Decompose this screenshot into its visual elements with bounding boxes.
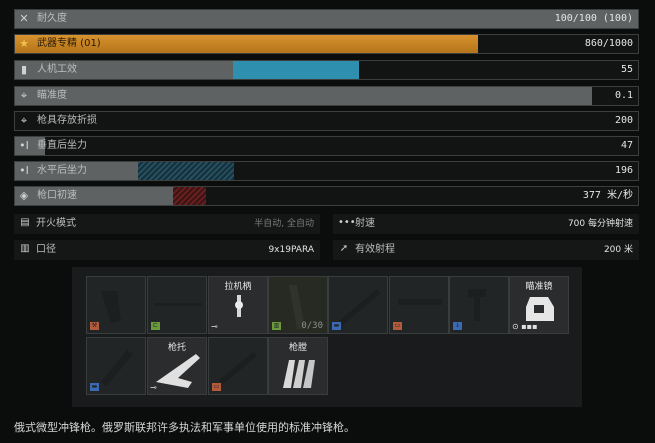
grip-slot-badge-icon: ⚒ <box>90 322 99 330</box>
detail-effective-range: ➚ 有效射程 200 米 <box>333 240 639 260</box>
slot-magazine[interactable]: ▥ 0/30 <box>268 276 328 334</box>
detail-label: 口径 <box>36 244 56 255</box>
caliber-icon: ▥ <box>20 243 30 254</box>
stat-value: 200 <box>614 115 633 126</box>
slot-barrel[interactable]: ▬ <box>328 276 388 334</box>
recoil-icon: •I <box>19 164 29 177</box>
handguard-slot-badge-icon: ▭ <box>393 322 402 330</box>
stat-bar-penalty <box>138 162 234 180</box>
stat-row-weapon-mastery: ★ 武器专精 (01) 860/1000 <box>14 34 639 54</box>
crosshair-icon: ⌖ <box>20 114 28 127</box>
muzzle-slot-badge-icon: ↓ <box>453 322 462 330</box>
detail-label: 有效射程 <box>355 244 395 255</box>
cartridges-icon <box>283 360 315 388</box>
stat-value: 377 米/秒 <box>582 190 633 201</box>
stat-value: 196 <box>614 165 633 176</box>
stat-bar-bonus <box>233 61 359 79</box>
stat-label: 枪具存放折损 <box>37 115 97 126</box>
slot-stock-adapter[interactable]: ⊏ <box>147 276 207 334</box>
stat-label: 人机工效 <box>37 64 77 75</box>
rate-icon: ••• <box>338 217 356 228</box>
tactical-slot-badge-icon: ▬ <box>90 383 99 391</box>
stat-row-storage-wear: ⌖ 枪具存放折损 200 <box>14 111 639 131</box>
stat-value: 47 <box>620 140 633 151</box>
detail-fire-mode: ▤ 开火模式 半自动, 全自动 <box>14 214 320 234</box>
stat-bar-penalty <box>173 187 206 205</box>
detail-caliber: ▥ 口径 9x19PARA <box>14 240 320 260</box>
stat-row-durability: ✕ 耐久度 100/100 (100) <box>14 9 639 29</box>
stat-row-horizontal-recoil: •I 水平后坐力 196 <box>14 161 639 181</box>
magazine-slot-badge-icon: ▥ <box>272 322 281 330</box>
attach-icon: ⊸ <box>150 383 157 392</box>
detail-value: 9x19PARA <box>268 245 314 255</box>
stat-value: 860/1000 <box>584 38 633 49</box>
stat-row-accuracy: ⌖ 瞄准度 0.1 <box>14 86 639 106</box>
star-icon: ★ <box>19 37 29 50</box>
slot-stock[interactable]: 枪托 ⊸ <box>147 337 207 395</box>
barrel-slot-badge-icon: ▬ <box>332 322 341 330</box>
detail-value: 700 每分钟射速 <box>567 219 633 229</box>
fire-mode-icon: ▤ <box>20 217 30 228</box>
velocity-icon: ◈ <box>19 189 29 202</box>
stat-label: 耐久度 <box>37 13 67 24</box>
stat-row-vertical-recoil: •I 垂直后坐力 47 <box>14 136 639 156</box>
slot-handguard[interactable]: ▭ <box>389 276 449 334</box>
stat-label: 枪口初速 <box>37 190 77 201</box>
detail-label: 开火模式 <box>36 218 76 229</box>
crosshair-icon: ⌖ <box>20 89 28 102</box>
attach-icon: ⊸ <box>211 322 218 331</box>
attach-icon: ⊙ ▪▪▪ <box>512 322 538 331</box>
stat-row-ergonomics: ▮ 人机工效 55 <box>14 60 639 80</box>
grip-icon: ▮ <box>20 63 28 76</box>
slot-charging-handle[interactable]: 拉机柄 ⊸ <box>208 276 268 334</box>
stat-label: 水平后坐力 <box>37 165 87 176</box>
stat-bar-fill <box>15 10 638 28</box>
adapter-slot-badge-icon: ⊏ <box>151 322 160 330</box>
detail-rate-of-fire: ••• 射速 700 每分钟射速 <box>333 214 639 234</box>
slot-ammo[interactable]: 枪膛 <box>268 337 328 395</box>
ammo-count: 0/30 <box>301 321 323 331</box>
rail-slot-badge-icon: ▭ <box>212 383 221 391</box>
slot-rail[interactable]: ▭ <box>208 337 268 395</box>
stat-value: 100/100 (100) <box>554 13 633 24</box>
slot-pistol-grip[interactable]: ⚒ <box>86 276 146 334</box>
stat-value: 55 <box>620 64 633 75</box>
stat-bar-fill <box>15 87 592 105</box>
wrench-screwdriver-icon: ✕ <box>19 12 29 25</box>
detail-value: 200 米 <box>603 245 633 255</box>
slot-muzzle[interactable]: ↓ <box>449 276 509 334</box>
slot-tactical[interactable]: ▬ <box>86 337 146 395</box>
stat-label: 垂直后坐力 <box>37 140 87 151</box>
recoil-icon: •I <box>19 139 29 152</box>
stat-label: 武器专精 (01) <box>37 38 101 49</box>
range-icon: ➚ <box>339 243 349 254</box>
detail-value: 半自动, 全自动 <box>254 219 314 229</box>
stat-value: 0.1 <box>614 90 633 101</box>
slot-mount[interactable]: 瞄准镜 ⊙ ▪▪▪ <box>509 276 569 334</box>
weapon-mods-panel: ⚒ ⊏ 拉机柄 ⊸ ▥ 0/30 ▬ ▭ ↓ 瞄准镜 ⊙ ▪▪▪ ▬ 枪托 ⊸ … <box>72 267 582 407</box>
stat-row-muzzle-velocity: ◈ 枪口初速 377 米/秒 <box>14 186 639 206</box>
weapon-description: 俄式微型冲锋枪。俄罗斯联邦许多执法和军事单位使用的标准冲锋枪。 <box>14 421 355 434</box>
stat-label: 瞄准度 <box>37 90 67 101</box>
detail-label: 射速 <box>355 218 375 229</box>
